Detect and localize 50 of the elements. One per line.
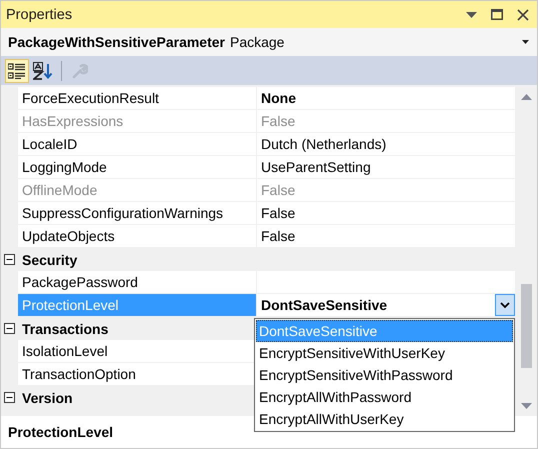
sort-icon	[33, 62, 53, 80]
scroll-up-icon[interactable]	[520, 94, 532, 100]
property-value[interactable]: Dutch (Netherlands)	[257, 133, 515, 156]
dropdown-option[interactable]: EncryptSensitiveWithUserKey	[256, 342, 513, 364]
property-value[interactable]: DontSaveSensitive	[257, 294, 515, 317]
value-text: False	[261, 205, 296, 221]
list-icon	[8, 62, 26, 78]
object-name: PackageWithSensitiveParameter	[8, 34, 225, 50]
dropdown-option[interactable]: EncryptAllWithPassword	[256, 386, 513, 408]
value-text: False	[261, 228, 296, 244]
property-name[interactable]: LoggingMode	[18, 156, 257, 179]
description-title: ProtectionLevel	[8, 424, 114, 440]
category-heading[interactable]: Transactions	[18, 317, 108, 340]
wrench-icon	[72, 62, 88, 78]
property-name[interactable]: TransactionOption	[18, 363, 257, 386]
chevron-icon	[500, 302, 510, 308]
property-name[interactable]: SuppressConfigurationWarnings	[18, 202, 257, 225]
value-text: UseParentSetting	[261, 159, 371, 175]
category-heading[interactable]: Security	[18, 248, 78, 271]
collapse-icon[interactable]	[4, 254, 15, 265]
value-text: Dutch (Netherlands)	[261, 136, 386, 152]
scroll-down-icon[interactable]	[520, 403, 532, 409]
property-name[interactable]: UpdateObjects	[18, 225, 257, 248]
object-type: Package	[230, 34, 284, 50]
categorized-button[interactable]	[5, 58, 29, 82]
property-name[interactable]: PackagePassword	[18, 271, 257, 294]
property-value[interactable]: False	[257, 202, 515, 225]
close-icon[interactable]	[517, 8, 529, 20]
window-title: Properties	[6, 6, 72, 22]
collapse-icon[interactable]	[4, 392, 15, 403]
value-text: None	[261, 90, 296, 106]
object-selector[interactable]: PackageWithSensitiveParameter Package	[1, 28, 537, 56]
property-name[interactable]: IsolationLevel	[18, 340, 257, 363]
dropdown-button[interactable]	[495, 294, 515, 316]
category-heading[interactable]: Version	[18, 386, 73, 409]
collapse-icon[interactable]	[4, 323, 15, 334]
property-value[interactable]: False	[257, 225, 515, 248]
scroll-thumb[interactable]	[520, 284, 532, 368]
value-text: False	[261, 113, 296, 129]
caret-icon	[522, 40, 529, 44]
value-text: False	[261, 182, 296, 198]
property-name[interactable]: LocaleID	[18, 133, 257, 156]
dropdown-icon[interactable]	[466, 12, 477, 18]
dropdown-option[interactable]: EncryptSensitiveWithPassword	[256, 364, 513, 386]
maximize-icon[interactable]	[491, 9, 503, 20]
property-name[interactable]: ForceExecutionResult	[18, 87, 257, 110]
property-value[interactable]: UseParentSetting	[257, 156, 515, 179]
dropdown-option[interactable]: EncryptAllWithUserKey	[256, 408, 513, 430]
value-text: DontSaveSensitive	[261, 297, 388, 313]
property-value[interactable]: None	[257, 87, 515, 110]
